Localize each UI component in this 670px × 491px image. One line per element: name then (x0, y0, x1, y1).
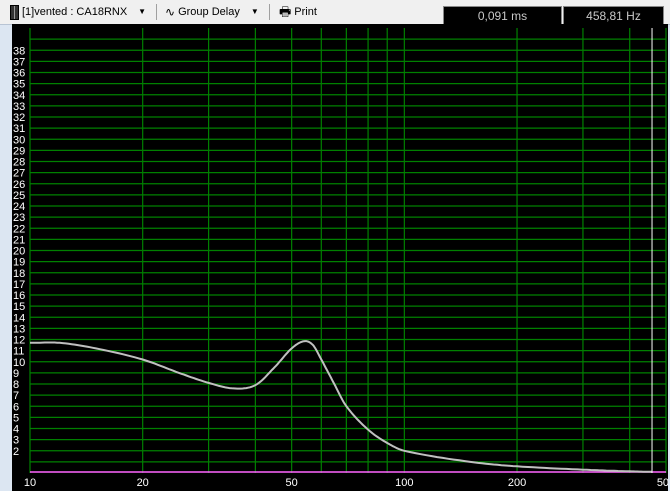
print-label: Print (294, 6, 317, 18)
y-tick-label: 38 (13, 45, 25, 57)
chevron-down-icon: ▼ (250, 7, 259, 16)
y-tick-label: 9 (13, 368, 19, 380)
y-tick-label: 8 (13, 379, 19, 391)
mode-label: Group Delay (178, 6, 240, 18)
y-tick-label: 27 (13, 168, 25, 180)
printer-icon: 🖶 (279, 4, 292, 19)
y-tick-label: 36 (13, 68, 25, 80)
toolbar-divider (156, 4, 157, 20)
y-tick-label: 29 (13, 145, 25, 157)
y-tick-label: 31 (13, 123, 25, 135)
y-tick-label: 23 (13, 212, 25, 224)
y-tick-label: 30 (13, 134, 25, 146)
y-tick-label: 4 (13, 424, 19, 436)
y-tick-label: 17 (13, 279, 25, 291)
time-readout: 0,091 ms (443, 6, 562, 26)
mode-dropdown[interactable]: ∿ Group Delay ▼ (165, 3, 259, 21)
source-dropdown[interactable]: [1]vented : CA18RNX ▼ (10, 3, 146, 21)
y-tick-label: 20 (13, 246, 25, 258)
group-delay-plot[interactable]: 2 3 4 5 6 7 8 9 10 11 12 13 14 15 16 17 18 19 20 21 22 23 24 25… (12, 24, 668, 491)
y-tick-label: 14 (13, 312, 25, 324)
y-tick-label: 11 (13, 346, 24, 358)
y-tick-label: 6 (13, 401, 19, 413)
y-tick-label: 2 (13, 446, 19, 458)
x-tick-label: 10 (24, 477, 36, 489)
y-tick-label: 16 (13, 290, 25, 302)
y-tick-label: 10 (13, 357, 25, 369)
y-tick-label: 15 (13, 301, 25, 313)
x-tick-label: 100 (395, 477, 413, 489)
y-tick-label: 19 (13, 257, 25, 269)
toolbar: [1]vented : CA18RNX ▼ ∿ Group Delay ▼ 🖶 … (0, 0, 670, 26)
y-tick-label: 12 (13, 335, 25, 347)
y-tick-label: 26 (13, 179, 25, 191)
y-tick-label: 3 (13, 435, 19, 447)
y-tick-label: 37 (13, 56, 25, 68)
chart-svg: 2345678910111213141516171819202122232425… (13, 28, 668, 489)
y-tick-label: 35 (13, 79, 25, 91)
y-tick-label: 24 (13, 201, 25, 213)
source-label: [1]vented : CA18RNX (22, 6, 128, 18)
y-tick-label: 22 (13, 223, 25, 235)
speaker-icon (10, 4, 19, 20)
y-tick-label: 13 (13, 323, 25, 335)
y-tick-label: 18 (13, 268, 25, 280)
frequency-readout: 458,81 Hz (563, 6, 664, 26)
y-tick-label: 32 (13, 112, 25, 124)
x-tick-label: 20 (137, 477, 149, 489)
chevron-down-icon: ▼ (138, 7, 147, 16)
toolbar-divider (269, 4, 270, 20)
y-tick-label: 25 (13, 190, 25, 202)
y-tick-label: 28 (13, 157, 25, 169)
x-tick-label: 500 (657, 477, 668, 489)
y-tick-label: 34 (13, 90, 25, 102)
y-tick-label: 33 (13, 101, 25, 113)
x-tick-label: 200 (508, 477, 526, 489)
y-tick-label: 5 (13, 412, 19, 424)
y-tick-label: 7 (13, 390, 19, 402)
print-button[interactable]: 🖶 Print (279, 3, 317, 21)
x-tick-label: 50 (286, 477, 298, 489)
waveform-icon: ∿ (165, 5, 176, 19)
y-tick-label: 21 (13, 234, 25, 246)
